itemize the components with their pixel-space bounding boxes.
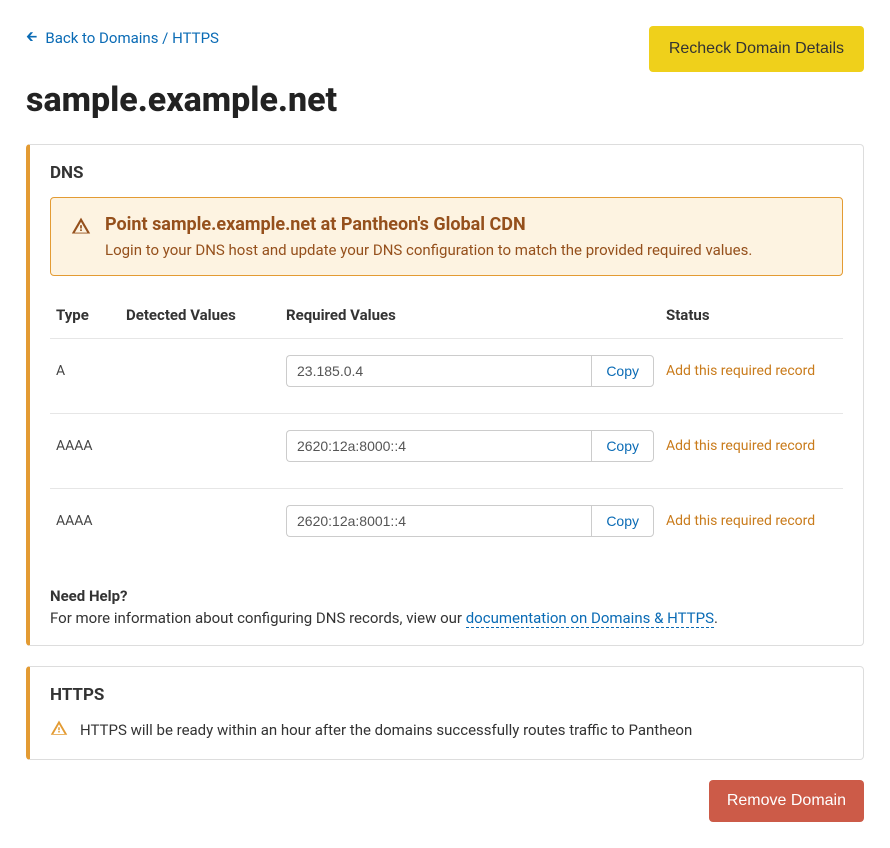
https-card: HTTPS HTTPS will be ready within an hour…: [26, 666, 864, 760]
row-detected: [120, 489, 280, 564]
help-prefix: For more information about configuring D…: [50, 609, 466, 627]
table-row: AAAA Copy Add this required record: [50, 414, 843, 489]
required-value-input[interactable]: [286, 430, 591, 462]
row-type: AAAA: [50, 414, 120, 489]
row-detected: [120, 339, 280, 414]
copy-button[interactable]: Copy: [591, 505, 654, 537]
row-type: A: [50, 339, 120, 414]
copy-button[interactable]: Copy: [591, 355, 654, 387]
alert-title: Point sample.example.net at Pantheon's G…: [105, 214, 752, 235]
dns-card: DNS Point sample.example.net at Pantheon…: [26, 144, 864, 646]
dns-card-title: DNS: [50, 163, 843, 183]
row-type: AAAA: [50, 489, 120, 564]
col-required-header: Required Values: [280, 296, 660, 339]
required-value-input[interactable]: [286, 355, 591, 387]
warning-icon: [50, 719, 68, 741]
copy-button[interactable]: Copy: [591, 430, 654, 462]
status-link[interactable]: Add this required record: [666, 363, 815, 379]
remove-domain-button[interactable]: Remove Domain: [709, 780, 864, 822]
status-link[interactable]: Add this required record: [666, 438, 815, 454]
col-detected-header: Detected Values: [120, 296, 280, 339]
table-row: AAAA Copy Add this required record: [50, 489, 843, 564]
documentation-link[interactable]: documentation on Domains & HTTPS: [466, 609, 714, 628]
status-link[interactable]: Add this required record: [666, 513, 815, 529]
back-link-label: Back to Domains / HTTPS: [45, 29, 219, 47]
row-detected: [120, 414, 280, 489]
back-to-domains-link[interactable]: 🡰 Back to Domains / HTTPS: [26, 26, 219, 50]
page-title: sample.example.net: [26, 80, 864, 120]
help-body: For more information about configuring D…: [50, 609, 843, 627]
https-message: HTTPS will be ready within an hour after…: [80, 721, 692, 739]
table-header-row: Type Detected Values Required Values Sta…: [50, 296, 843, 339]
help-suffix: .: [714, 609, 718, 627]
alert-body: Login to your DNS host and update your D…: [105, 241, 752, 259]
warning-icon: [71, 216, 91, 240]
col-type-header: Type: [50, 296, 120, 339]
recheck-domain-button[interactable]: Recheck Domain Details: [649, 26, 864, 72]
dns-alert: Point sample.example.net at Pantheon's G…: [50, 197, 843, 276]
col-status-header: Status: [660, 296, 843, 339]
help-title: Need Help?: [50, 587, 843, 605]
table-row: A Copy Add this required record: [50, 339, 843, 414]
dns-table: Type Detected Values Required Values Sta…: [50, 296, 843, 563]
required-value-input[interactable]: [286, 505, 591, 537]
arrow-left-icon: 🡰: [26, 26, 37, 50]
https-card-title: HTTPS: [50, 685, 843, 705]
